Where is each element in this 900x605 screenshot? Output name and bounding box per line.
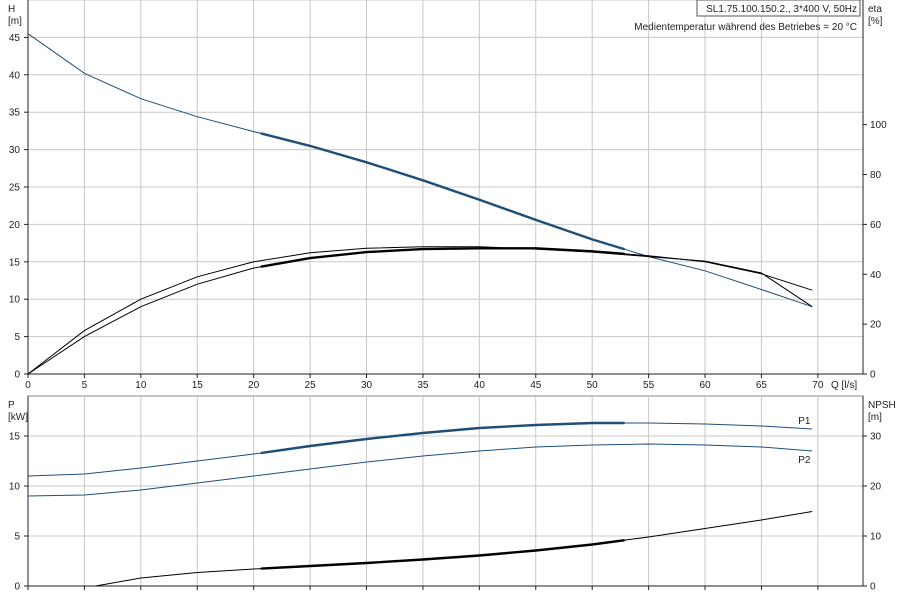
x-tick-label: 50	[587, 380, 599, 391]
y-tick-label-left: 30	[9, 145, 21, 156]
pump-performance-chart: 0 5 10 15 20 25 30 35 40 45 0 20 40 60 80 100 0 5 10 15 20 25…	[0, 0, 900, 600]
y-tick-label-left: 0	[14, 582, 20, 593]
y-tick-label-right: 80	[870, 170, 882, 181]
y-axis-unit-left: [kW]	[8, 412, 28, 423]
y-tick-label-left: 5	[14, 332, 20, 343]
y-tick-label-left: 45	[9, 33, 21, 44]
x-tick-label: 55	[643, 380, 655, 391]
y-tick-label-left: 25	[9, 183, 21, 194]
y-tick-label-right: 30	[870, 432, 882, 443]
y-axis-label-left: H	[8, 4, 15, 15]
y-tick-label-right: 20	[870, 320, 882, 331]
chart-title: SL1.75.100.150.2., 3*400 V, 50Hz	[706, 4, 857, 15]
x-tick-label: 30	[361, 380, 373, 391]
curve-duty-range-P1	[260, 421, 625, 455]
y-tick-label-left: 10	[9, 295, 21, 306]
series-label-P2: P2	[798, 455, 811, 466]
y-tick-label-right: 40	[870, 270, 882, 281]
curve-series-2	[27, 246, 813, 375]
x-tick-label: 5	[82, 380, 88, 391]
y-tick-label-right: 0	[870, 582, 876, 593]
y-tick-label-left: 5	[14, 532, 20, 543]
y-tick-label-left: 20	[9, 220, 21, 231]
y-axis-unit-left: [m]	[8, 16, 22, 27]
y-tick-label-right: 0	[870, 370, 876, 381]
x-tick-label: 35	[417, 380, 429, 391]
y-tick-label-left: 0	[14, 370, 20, 381]
curve-duty-range-series-2	[260, 539, 625, 570]
y-tick-label-right: 100	[870, 120, 887, 131]
x-tick-label: 10	[135, 380, 147, 391]
y-tick-label-left: 10	[9, 482, 21, 493]
y-tick-label-left: 40	[9, 70, 21, 81]
x-axis-label: Q [l/s]	[831, 380, 857, 391]
curve-P2	[27, 443, 813, 497]
y-tick-label-right: 60	[870, 220, 882, 231]
chart-canvas: 0510152025303540450204060801000 5 10 15 20 25…	[8, 0, 896, 593]
y-axis-label-left: P	[8, 400, 15, 411]
y-tick-label-right: 20	[870, 482, 882, 493]
y-axis-label-right: NPSH	[868, 400, 896, 411]
bottom-panel-power-npsh: 0 5 10 15 0 10 20 30 P[kW] NPSH[m] P1 P2	[8, 395, 896, 593]
curve-series-1	[27, 247, 813, 375]
y-axis-unit-right: [m]	[868, 412, 882, 423]
chart-subtitle: Medientemperatur während des Betriebes =…	[634, 22, 857, 33]
y-tick-label-left: 15	[9, 257, 21, 268]
series-label-P1: P1	[798, 416, 811, 427]
curve-duty-range-series-0	[260, 132, 625, 251]
x-tick-label: 20	[248, 380, 260, 391]
y-tick-label-left: 35	[9, 108, 21, 119]
x-tick-label: 15	[192, 380, 204, 391]
x-tick-label: 70	[812, 380, 824, 391]
x-tick-label: 60	[699, 380, 711, 391]
x-tick-label: 0	[25, 380, 31, 391]
x-tick-label: 65	[756, 380, 768, 391]
curve-P1	[27, 422, 813, 477]
top-panel-qh-eta: 0 5 10 15 20 25 30 35 40 45 0 20 40 60 80 100 0 5 10 15 20 25…	[8, 0, 887, 391]
y-tick-label-left: 15	[9, 432, 21, 443]
y-axis-unit-right: [%]	[868, 16, 883, 27]
x-tick-label: 45	[530, 380, 542, 391]
y-axis-label-right: eta	[868, 4, 882, 15]
x-tick-label: 25	[305, 380, 317, 391]
x-tick-label: 40	[474, 380, 486, 391]
y-tick-label-right: 10	[870, 532, 882, 543]
